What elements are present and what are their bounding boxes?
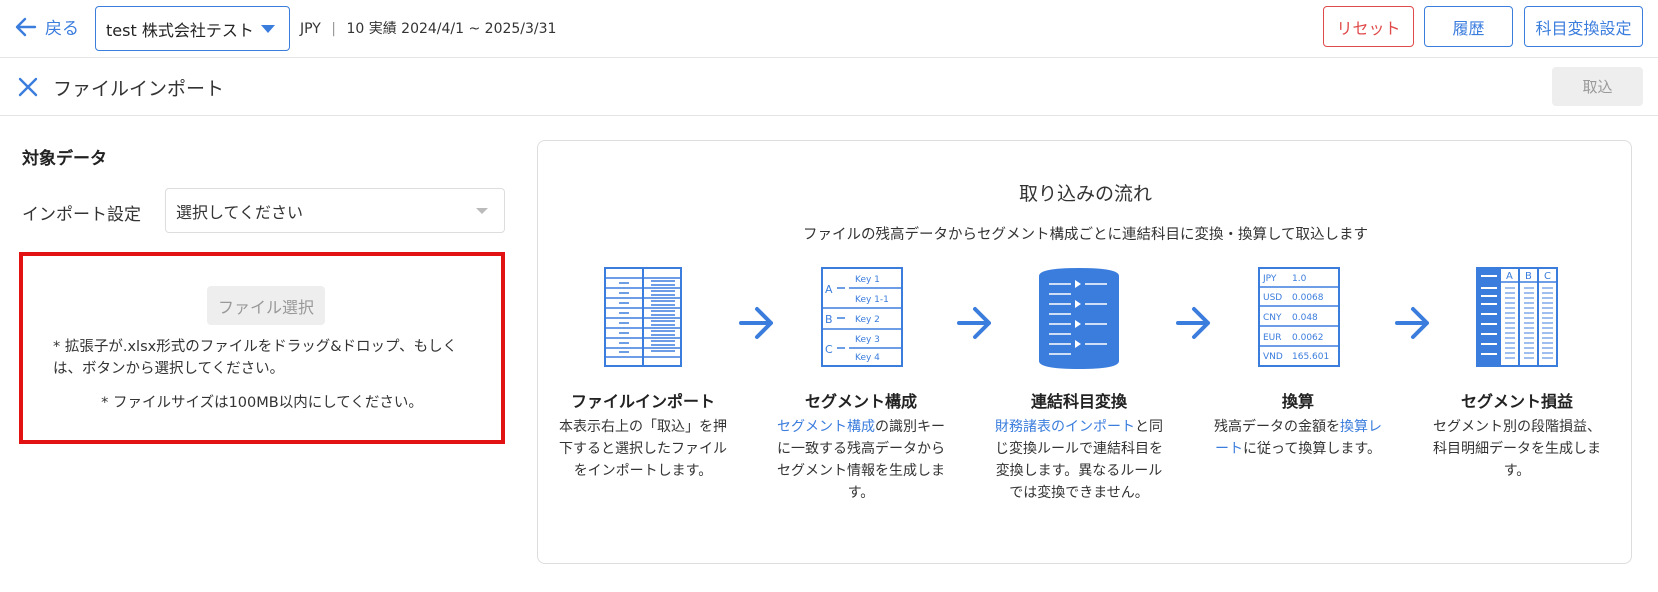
spreadsheet-icon [604,267,682,367]
back-link[interactable]: 戻る [15,14,79,39]
currency-code: CNY [1263,313,1282,323]
segment-key-label: Key 1 [855,275,880,285]
import-button[interactable]: 取込 [1552,67,1643,106]
arrow-left-icon [15,17,37,36]
arrow-right-icon [957,307,991,339]
currency-rate: 0.0068 [1292,293,1324,303]
segment-group-label: B [825,313,833,326]
close-icon[interactable] [16,75,40,99]
currency-rate: 165.601 [1292,352,1329,362]
currency-label: JPY [300,21,321,37]
segment-report-icon: A B C [1476,267,1558,367]
step-title: 連結科目変換 [1030,392,1127,411]
period-separator: | [331,21,336,37]
segment-group-label: C [825,343,833,356]
company-select-value: test 株式会社テスト [106,20,254,40]
segment-key-icon: A B C Key 1 Key 1-1 Key 2 Key 3 Key 4 [821,267,903,367]
currency-code: VND [1263,352,1283,362]
step-description: セグメント別の段階損益、科目明細データを生成します。 [1433,419,1601,479]
exchange-rate-table-icon: JPY 1.0 USD 0.0068 CNY 0.048 EUR 0.0062 … [1258,267,1340,367]
step-description: 本表示右上の「取込」を押下すると選択したファイルをインポートします。 [559,419,727,479]
currency-rate: 0.0062 [1292,333,1324,343]
currency-code: EUR [1263,333,1282,343]
page-title: ファイルインポート [53,78,225,100]
top-header: 戻る test 株式会社テスト JPY | 10 実績 2024/4/1 ~ 2… [0,0,1658,58]
caret-down-icon [476,208,488,214]
step-title: ファイルインポート [570,392,715,411]
segment-key-label: Key 3 [855,335,880,345]
currency-rate: 1.0 [1292,274,1307,284]
import-setting-placeholder: 選択してください [176,202,304,222]
flow-title: 取り込みの流れ [1018,183,1152,205]
financial-statement-import-link[interactable]: 財務諸表のインポート [995,419,1135,435]
arrow-right-icon [1176,307,1210,339]
segment-column-label: C [1544,271,1551,282]
arrow-right-icon [739,307,773,339]
step-title: セグメント構成 [804,392,917,411]
file-size-note: * ファイルサイズは100MB以内にしてください。 [101,395,423,411]
segment-key-label: Key 1-1 [855,295,889,305]
segment-config-link[interactable]: セグメント構成 [777,419,875,435]
database-icon [1039,268,1119,369]
target-data-title: 対象データ [22,149,107,169]
currency-code: USD [1263,293,1282,303]
company-select[interactable]: test 株式会社テスト [95,6,290,51]
caret-down-icon [261,25,275,33]
file-select-button[interactable]: ファイル選択 [207,286,325,325]
currency-rate: 0.048 [1292,313,1318,323]
step-title: セグメント損益 [1460,392,1573,411]
currency-code: JPY [1262,274,1277,284]
back-label: 戻る [45,19,79,39]
segment-column-label: B [1525,271,1532,282]
step-title: 換算 [1281,392,1314,411]
file-dropzone[interactable]: ファイル選択 * 拡張子が.xlsx形式のファイルをドラッグ&ドロップ、もしくは… [19,252,505,444]
segment-group-label: A [825,283,833,296]
flow-subtitle: ファイルの残高データからセグメント構成ごとに連結科目に変換・換算して取込します [802,227,1369,243]
period-label: 10 実績 2024/4/1 ~ 2025/3/31 [346,21,557,37]
import-setting-label: インポート設定 [22,205,141,225]
segment-column-label: A [1506,271,1513,282]
period-info: JPY | 10 実績 2024/4/1 ~ 2025/3/31 [300,18,556,38]
sub-header: ファイルインポート 取込 [0,58,1658,116]
import-flow-panel: 取り込みの流れ ファイルの残高データからセグメント構成ごとに連結科目に変換・換算… [537,140,1632,564]
segment-key-label: Key 2 [855,315,880,325]
history-button[interactable]: 履歴 [1424,6,1513,47]
step-description: 残高データの金額を換算レートに従って換算します。 [1214,419,1382,457]
segment-key-label: Key 4 [855,353,880,363]
reset-button[interactable]: リセット [1323,6,1414,47]
arrow-right-icon [1395,307,1429,339]
import-setting-select[interactable]: 選択してください [165,188,505,233]
step-description: セグメント構成の識別キーに一致する残高データからセグメント情報を生成します。 [777,419,945,501]
file-format-note: * 拡張子が.xlsx形式のファイルをドラッグ&ドロップ、もしくは、ボタンから選… [53,339,458,377]
account-mapping-settings-button[interactable]: 科目変換設定 [1524,6,1643,47]
step-description: 財務諸表のインポートと同じ変換ルールで連結科目を変換します。異なるルールでは変換… [995,419,1163,501]
